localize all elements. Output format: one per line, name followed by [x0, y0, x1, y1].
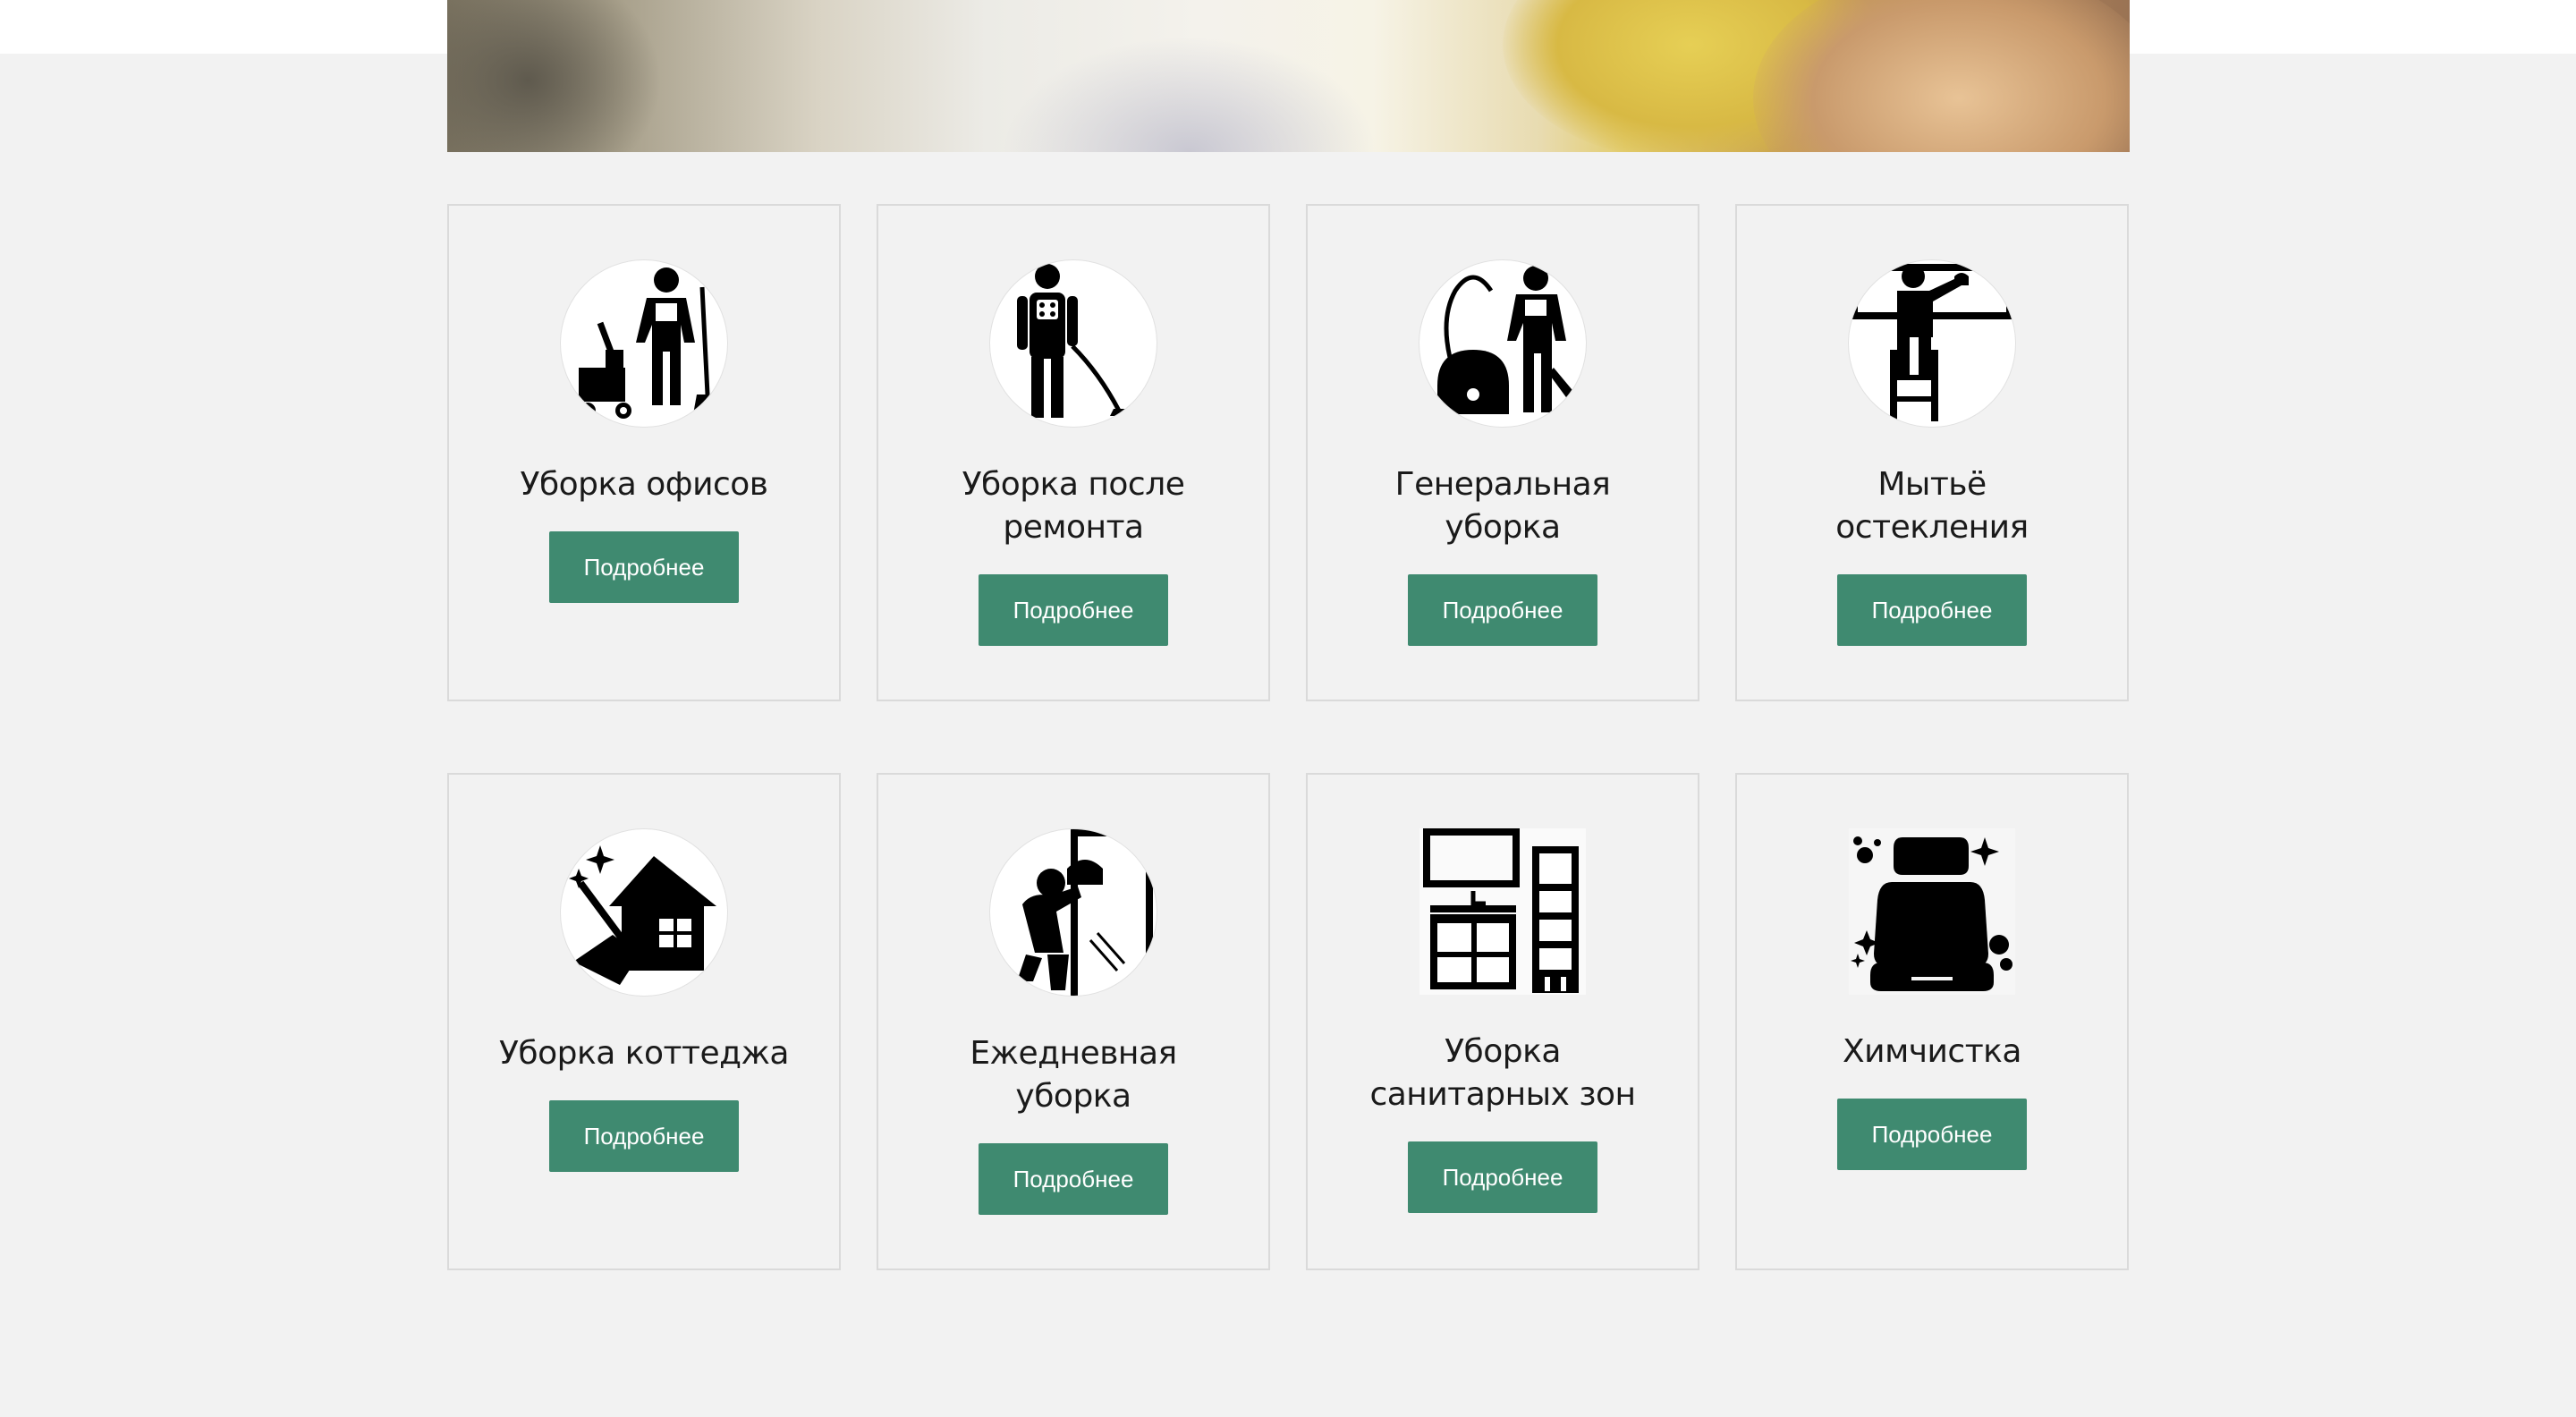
more-button[interactable]: Подробнее — [1837, 574, 2027, 646]
service-title: Ежедневная уборка — [970, 1035, 1177, 1115]
service-card-windows: Мытьё остекления Подробнее — [1735, 204, 2129, 701]
services-grid: Уборка офисов Подробнее Уборка после рем… — [447, 204, 2130, 1270]
mirror-cleaner-icon — [989, 828, 1157, 997]
house-broom-icon — [560, 828, 728, 997]
service-card-dry-cleaning: Химчистка Подробнее — [1735, 773, 2129, 1270]
service-title: Уборка офисов — [520, 466, 769, 503]
more-button[interactable]: Подробнее — [549, 531, 739, 603]
office-cleaner-icon — [560, 259, 728, 428]
service-card-office: Уборка офисов Подробнее — [447, 204, 841, 701]
more-button[interactable]: Подробнее — [1408, 574, 1597, 646]
service-card-after-renovation: Уборка после ремонта Подробнее — [877, 204, 1270, 701]
vacuum-worker-icon — [989, 259, 1157, 428]
service-card-cottage: Уборка коттеджа Подробнее — [447, 773, 841, 1270]
bathroom-icon — [1419, 828, 1586, 995]
more-button[interactable]: Подробнее — [1837, 1099, 2027, 1170]
service-title: Уборка санитарных зон — [1369, 1033, 1636, 1113]
service-card-sanitary: Уборка санитарных зон Подробнее — [1306, 773, 1699, 1270]
service-title: Уборка коттеджа — [498, 1035, 790, 1072]
service-title: Мытьё остекления — [1835, 466, 2029, 546]
window-washer-icon — [1848, 259, 2016, 428]
more-button[interactable]: Подробнее — [549, 1100, 739, 1172]
service-title: Генеральная уборка — [1394, 466, 1611, 546]
hero-banner-image — [447, 0, 2130, 152]
vacuum-cleaner-icon — [1419, 259, 1587, 428]
more-button[interactable]: Подробнее — [1408, 1141, 1597, 1213]
more-button[interactable]: Подробнее — [979, 1143, 1168, 1215]
service-card-general: Генеральная уборка Подробнее — [1306, 204, 1699, 701]
more-button[interactable]: Подробнее — [979, 574, 1168, 646]
service-title: Уборка после ремонта — [962, 466, 1185, 546]
service-card-daily: Ежедневная уборка Подробнее — [877, 773, 1270, 1270]
service-title: Химчистка — [1843, 1033, 2021, 1070]
car-seat-icon — [1849, 828, 2015, 995]
